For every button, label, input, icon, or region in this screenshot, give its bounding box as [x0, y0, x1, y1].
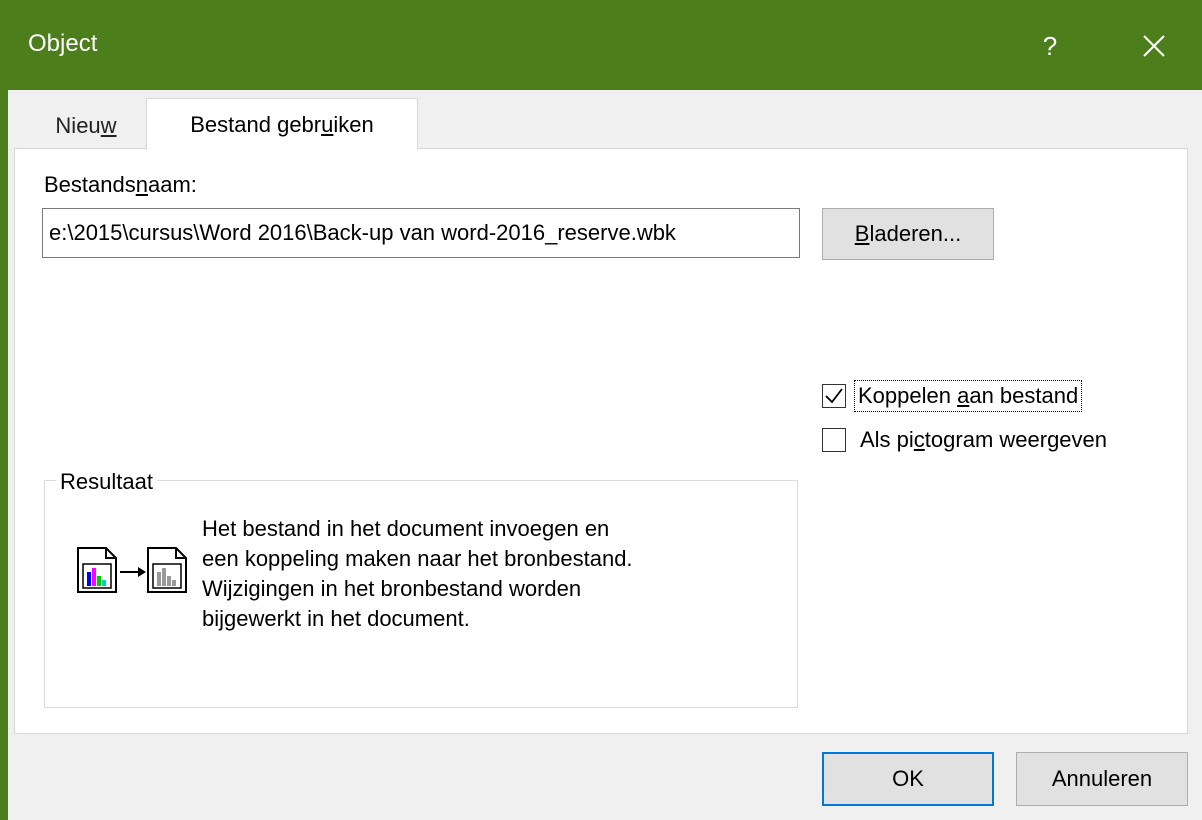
filename-label: Bestandsnaam: — [44, 172, 197, 198]
window-frame — [0, 90, 8, 820]
tab-label-part: Bestand gebr — [190, 112, 322, 137]
result-line: Het bestand in het document invoegen en — [202, 516, 610, 541]
result-group-label: Resultaat — [56, 469, 157, 495]
tab-nieuw[interactable]: Nieuw — [26, 102, 146, 150]
result-line: bijgewerkt in het document. — [202, 606, 470, 631]
link-to-file-label[interactable]: Koppelen aan bestand — [854, 380, 1083, 412]
label-part: aam: — [147, 172, 197, 197]
close-button[interactable] — [1134, 26, 1174, 66]
result-line: een koppeling maken naar het bronbestand… — [202, 546, 633, 571]
browse-accesskey: B — [854, 221, 870, 246]
label-part: togram weergeven — [924, 427, 1108, 452]
close-icon — [1143, 35, 1165, 57]
tab-bestand-gebruiken[interactable]: Bestand gebruiken — [146, 98, 418, 150]
window-title: Object — [28, 30, 98, 57]
display-as-icon-label[interactable]: Als pictogram weergeven — [860, 427, 1107, 453]
browse-button[interactable]: Bladeren... — [822, 208, 994, 260]
label-accesskey: a — [957, 383, 970, 408]
browse-label: laderen... — [869, 221, 962, 246]
cancel-button[interactable]: Annuleren — [1016, 752, 1188, 806]
label-accesskey: c — [913, 427, 925, 452]
tab-accesskey: u — [321, 112, 334, 137]
tab-accesskey: w — [100, 113, 117, 138]
filename-value: e:\2015\cursus\Word 2016\Back-up van wor… — [49, 220, 676, 245]
label-part: Bestands — [44, 172, 136, 197]
filename-input[interactable]: e:\2015\cursus\Word 2016\Back-up van wor… — [42, 208, 800, 258]
display-as-icon-checkbox[interactable] — [822, 428, 846, 452]
checkmark-icon — [825, 388, 843, 404]
result-line: Wijzigingen in het bronbestand worden — [202, 576, 582, 601]
link-to-file-checkbox[interactable] — [822, 384, 846, 408]
linked-object-icon — [77, 547, 187, 593]
help-button[interactable]: ? — [1030, 26, 1070, 66]
label-accesskey: n — [135, 172, 148, 197]
tab-label-part: iken — [333, 112, 374, 137]
result-description: Het bestand in het document invoegen en … — [202, 514, 782, 634]
title-bar: Object ? — [0, 0, 1202, 90]
ok-button[interactable]: OK — [822, 752, 994, 806]
tab-label-part: Nieu — [55, 113, 101, 138]
label-part: an bestand — [969, 383, 1079, 408]
label-part: Als pi — [860, 427, 914, 452]
label-part: Koppelen — [858, 383, 958, 408]
